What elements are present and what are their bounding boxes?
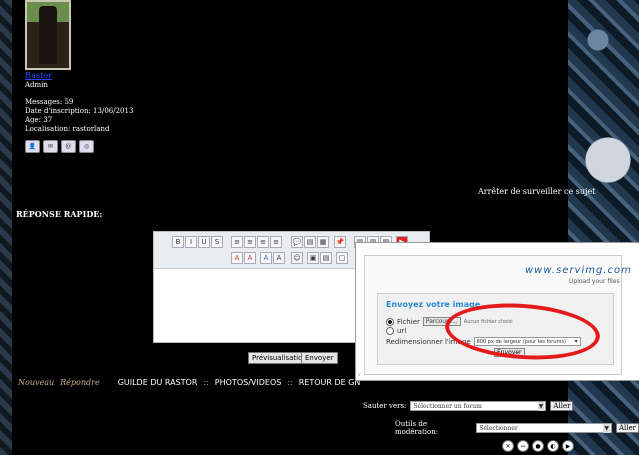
nav-row: Nouveau Répondre GUILDE DU RASTOR :: PHO…	[18, 378, 360, 387]
italic-button[interactable]: I	[185, 236, 197, 248]
popup-footer: v	[358, 372, 361, 378]
profile-icon[interactable]: 👤	[25, 140, 40, 153]
url-row: url	[386, 327, 406, 335]
font-face-button[interactable]: A	[260, 252, 272, 264]
right-decorative-border	[568, 0, 639, 455]
upload-title: Envoyez votre image	[386, 300, 481, 309]
user-role: Admin	[25, 81, 48, 89]
stop-watching-link[interactable]: Arrêter de surveiller ce sujet	[478, 187, 595, 196]
hide-button[interactable]: 📌	[334, 236, 346, 248]
align-left-button[interactable]: ≡	[231, 236, 243, 248]
underline-button[interactable]: U	[198, 236, 210, 248]
smiley-button[interactable]: ☺	[291, 252, 303, 264]
jump-select[interactable]: Sélectionner un forum	[410, 401, 547, 411]
misc-button[interactable]: ▤	[320, 252, 332, 264]
avatar[interactable]	[25, 0, 71, 70]
breadcrumb-separator: ::	[287, 378, 293, 387]
avatar-figure	[39, 6, 57, 64]
send-button[interactable]: Envoyer	[301, 352, 338, 364]
user-localisation: Localisation: rastorland	[25, 125, 110, 133]
servimg-tagline: Upload your files	[569, 278, 620, 285]
moderation-icons: ✕ ↔ ● ◐ ▶	[502, 440, 574, 452]
jump-go-button[interactable]: Aller	[550, 401, 574, 411]
delete-icon[interactable]: ✕	[502, 440, 514, 452]
url-label: url	[397, 327, 407, 335]
breadcrumb-guilde[interactable]: GUILDE DU RASTOR	[118, 378, 198, 387]
profile-icons: 👤 ✉ @ ◎	[25, 140, 94, 153]
font-color-button[interactable]: A	[231, 252, 243, 264]
code-button[interactable]: ▤	[304, 236, 316, 248]
email-icon[interactable]: @	[61, 140, 76, 153]
lock-icon[interactable]: ●	[532, 440, 544, 452]
quick-reply-heading: RÉPONSE RAPIDE:	[16, 209, 103, 219]
pm-icon[interactable]: ✉	[43, 140, 58, 153]
breadcrumb-separator: ::	[203, 378, 209, 387]
url-radio[interactable]	[386, 327, 394, 335]
merge-icon[interactable]: ▶	[562, 440, 574, 452]
breadcrumb-photos[interactable]: PHOTOS/VIDEOS	[215, 378, 282, 387]
clear-format-button[interactable]: A	[273, 252, 285, 264]
date-button[interactable]: ▣	[307, 252, 319, 264]
left-decorative-border	[0, 0, 12, 455]
mod-label: Outils de modération:	[395, 420, 439, 436]
split-icon[interactable]: ◐	[547, 440, 559, 452]
move-icon[interactable]: ↔	[517, 440, 529, 452]
new-topic-button[interactable]: Nouveau	[18, 378, 54, 387]
moderation-form: Outils de modération: Sélectionner Aller	[395, 420, 639, 436]
source-button[interactable]: ▢	[336, 252, 348, 264]
strike-button[interactable]: S	[211, 236, 223, 248]
mod-select[interactable]: Sélectionner	[476, 423, 612, 433]
user-age: Age: 37	[25, 116, 53, 124]
breadcrumb-retour[interactable]: RETOUR DE GN	[299, 378, 361, 387]
font-size-button[interactable]: A	[244, 252, 256, 264]
file-label: Fichier	[397, 317, 420, 326]
servimg-logo: www.servimg.com	[525, 265, 632, 276]
jump-label: Sauter vers:	[363, 402, 407, 410]
user-inscription: Date d'inscription: 13/06/2013	[25, 107, 134, 115]
table-button[interactable]: ▦	[317, 236, 329, 248]
align-right-button[interactable]: ≡	[257, 236, 269, 248]
username-link[interactable]: Rastor	[25, 71, 52, 80]
quote-button[interactable]: 💬	[291, 236, 303, 248]
mod-go-button[interactable]: Aller	[615, 423, 639, 433]
align-center-button[interactable]: ≡	[244, 236, 256, 248]
bold-button[interactable]: B	[172, 236, 184, 248]
jump-to-form: Sauter vers: Sélectionner un forum Aller	[363, 401, 574, 411]
user-messages: Messages: 59	[25, 98, 74, 106]
reply-button[interactable]: Répondre	[60, 378, 100, 387]
file-radio[interactable]	[386, 317, 394, 326]
justify-button[interactable]: ≡	[270, 236, 282, 248]
website-icon[interactable]: ◎	[79, 140, 94, 153]
